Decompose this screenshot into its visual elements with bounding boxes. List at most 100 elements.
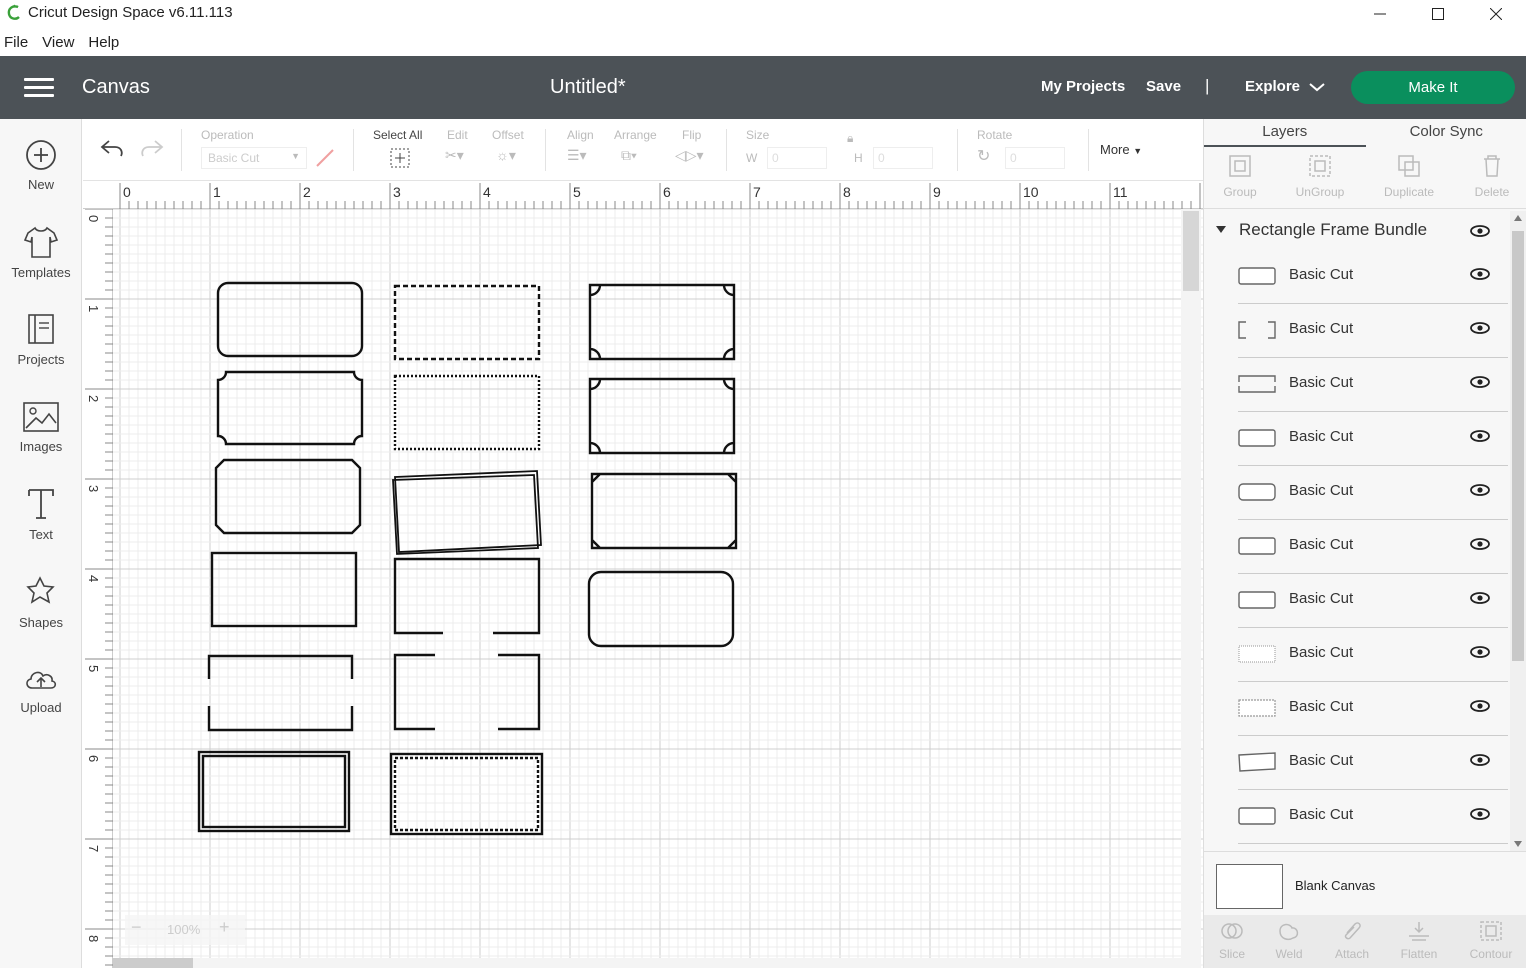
eye-icon[interactable] [1470,700,1490,712]
eye-icon[interactable] [1470,225,1490,237]
frame-bottom-gap[interactable] [395,559,539,633]
frame-chamfered[interactable] [216,460,360,533]
sidebar-item-shapes[interactable]: Shapes [0,575,82,630]
scrollbar-thumb[interactable] [1183,211,1199,291]
sidebar-item-text[interactable]: Text [0,487,82,542]
scroll-up-icon[interactable] [1514,215,1522,221]
caret-down-icon[interactable] [1216,226,1226,234]
eye-icon[interactable] [1470,754,1490,766]
layer-row[interactable]: Basic Cut [1238,250,1508,304]
eye-icon[interactable] [1470,646,1490,658]
offset-icon[interactable]: ☼▾ [496,147,516,164]
layer-row[interactable]: Basic Cut [1238,574,1508,628]
eye-icon[interactable] [1470,430,1490,442]
menu-help[interactable]: Help [84,30,124,56]
canvas-horizontal-scrollbar[interactable] [113,958,1181,968]
chevron-down-icon[interactable] [1309,82,1325,92]
tab-layers[interactable]: Layers [1204,119,1366,147]
pen-color-icon[interactable] [314,147,336,169]
my-projects-link[interactable]: My Projects [1041,78,1125,95]
minimize-button[interactable] [1352,0,1408,28]
weld-button[interactable]: Weld [1258,919,1320,961]
align-icon[interactable]: ☰▾ [567,147,587,164]
scrollbar-thumb[interactable] [113,958,193,968]
maximize-button[interactable] [1410,0,1466,28]
frame-plain[interactable] [212,553,356,626]
redo-icon[interactable] [139,137,165,159]
eye-icon[interactable] [1470,592,1490,604]
sidebar-item-projects[interactable]: Projects [0,312,82,367]
close-button[interactable] [1468,0,1524,28]
layer-group-row[interactable]: Rectangle Frame Bundle [1204,211,1510,249]
frame-corner-notch[interactable] [590,285,734,359]
frame-scalloped[interactable] [218,372,362,444]
frame-skewed[interactable] [395,471,541,552]
scrollbar-thumb[interactable] [1512,231,1524,661]
layer-row[interactable]: Basic Cut [1238,358,1508,412]
frame-double[interactable] [199,752,349,831]
operation-select[interactable]: Basic Cut▼ [201,147,307,169]
make-it-button[interactable]: Make It [1351,71,1515,104]
rotate-input[interactable]: 0 [1005,147,1065,169]
blank-canvas-row[interactable]: Blank Canvas [1204,851,1526,913]
hamburger-menu-icon[interactable] [24,78,54,98]
height-input[interactable]: 0 [873,147,933,169]
more-button[interactable]: More ▼ [1100,142,1142,157]
explore-dropdown[interactable]: Explore [1245,78,1300,95]
edit-tools-icon[interactable]: ✂▾ [445,147,464,164]
eye-icon[interactable] [1470,376,1490,388]
layer-row[interactable]: Basic Cut [1238,790,1508,844]
ungroup-button[interactable]: UnGroup [1288,153,1352,199]
layer-row[interactable]: Basic Cut [1238,466,1508,520]
sidebar-item-new[interactable]: New [0,139,82,192]
sidebar-item-images[interactable]: Images [0,401,82,454]
group-button[interactable]: Group [1208,153,1272,199]
frame-brackets[interactable] [395,655,539,729]
scroll-down-icon[interactable] [1514,841,1522,847]
eye-icon[interactable] [1470,538,1490,550]
attach-button[interactable]: Attach [1321,919,1383,961]
save-button[interactable]: Save [1146,78,1181,95]
layer-row[interactable]: Basic Cut [1238,736,1508,790]
slice-button[interactable]: Slice [1201,919,1263,961]
layers-scrollbar[interactable] [1510,211,1526,851]
design-canvas[interactable] [113,209,1203,968]
arrange-icon[interactable]: ⧉▾ [621,147,637,164]
sidebar-item-upload[interactable]: Upload [0,664,82,715]
layer-row[interactable]: Basic Cut [1238,628,1508,682]
menu-file[interactable]: File [0,30,33,56]
flip-icon[interactable]: ◁▷▾ [675,147,704,164]
layer-row[interactable]: Basic Cut [1238,682,1508,736]
eye-icon[interactable] [1470,484,1490,496]
eye-icon[interactable] [1470,268,1490,280]
eye-icon[interactable] [1470,808,1490,820]
frame-dashed[interactable] [395,286,539,359]
frame-dotted[interactable] [395,376,539,449]
tab-color-sync[interactable]: Color Sync [1366,119,1526,147]
frame-shapes[interactable] [113,209,1203,968]
sidebar-item-templates[interactable]: Templates [0,225,82,280]
delete-button[interactable]: Delete [1460,153,1524,199]
undo-icon[interactable] [99,137,125,159]
frame-rounded-large[interactable] [589,572,733,646]
frame-corner-cut[interactable] [592,474,736,548]
zoom-in-button[interactable]: + [219,917,230,938]
layer-row[interactable]: Basic Cut [1238,520,1508,574]
layer-row[interactable]: Basic Cut [1238,304,1508,358]
eye-icon[interactable] [1470,322,1490,334]
frame-open-sides[interactable] [209,656,352,730]
canvas-color-swatch[interactable] [1216,864,1283,909]
select-all-icon[interactable] [389,147,411,169]
lock-icon[interactable]: 🔒︎ [847,131,853,146]
frame-corner-scallop[interactable] [590,379,734,453]
zoom-out-button[interactable]: − [131,917,142,938]
canvas-vertical-scrollbar[interactable] [1181,209,1201,968]
width-input[interactable]: 0 [767,147,827,169]
frame-double-dotted[interactable] [391,754,542,834]
contour-button[interactable]: Contour [1460,919,1522,961]
menu-view[interactable]: View [38,30,79,56]
frame-rounded[interactable] [218,283,362,356]
layer-row[interactable]: Basic Cut [1238,412,1508,466]
flatten-button[interactable]: Flatten [1388,919,1450,961]
duplicate-button[interactable]: Duplicate [1377,153,1441,199]
